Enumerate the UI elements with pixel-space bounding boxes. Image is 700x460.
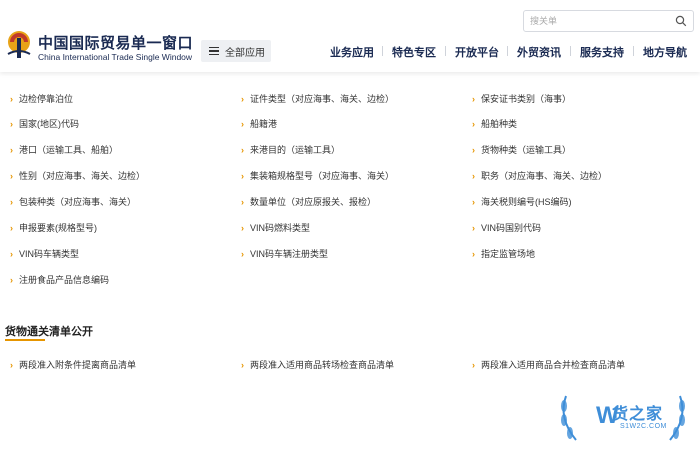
chevron-right-icon: › (241, 171, 244, 181)
chevron-right-icon: › (472, 171, 475, 181)
list-item[interactable]: › 性别（对应海事、海关、边检） (10, 169, 145, 182)
list-item[interactable]: › 两段准入适用商品转场检查商品清单 (241, 358, 394, 371)
section-underline (5, 339, 45, 341)
nav-separator (570, 46, 571, 56)
watermark-subtext: S1W2C.COM (620, 423, 667, 430)
list-item[interactable]: › 职务（对应海事、海关、边检） (472, 169, 607, 182)
main-nav: 业务应用 特色专区 开放平台 外贸资讯 服务支持 地方导航 (0, 44, 700, 60)
chevron-right-icon: › (10, 275, 13, 285)
chevron-right-icon: › (472, 94, 475, 104)
list-item[interactable]: › 数量单位（对应原报关、报检） (241, 195, 376, 208)
chevron-right-icon: › (472, 119, 475, 129)
chevron-right-icon: › (472, 360, 475, 370)
nav-separator (445, 46, 446, 56)
chevron-right-icon: › (10, 94, 13, 104)
nav-trade-news[interactable]: 外贸资讯 (517, 44, 561, 60)
section-title: 货物通关清单公开 (5, 326, 93, 338)
list-item[interactable]: › 证件类型（对应海事、海关、边检） (241, 92, 394, 105)
nav-local-navigation[interactable]: 地方导航 (643, 44, 687, 60)
chevron-right-icon: › (241, 145, 244, 155)
chevron-right-icon: › (10, 145, 13, 155)
list-item[interactable]: › 集装箱规格型号（对应海事、海关） (241, 169, 394, 182)
list-item[interactable]: › 指定监管场地 (472, 247, 535, 260)
chevron-right-icon: › (10, 223, 13, 233)
chevron-right-icon: › (10, 249, 13, 259)
chevron-right-icon: › (241, 249, 244, 259)
chevron-right-icon: › (472, 145, 475, 155)
list-item[interactable]: › 注册食品产品信息编码 (10, 273, 109, 286)
chevron-right-icon: › (241, 360, 244, 370)
chevron-right-icon: › (472, 197, 475, 207)
site-header: 中国国际贸易单一窗口 China International Trade Sin… (0, 0, 700, 72)
chevron-right-icon: › (10, 119, 13, 129)
search-input[interactable] (524, 11, 664, 31)
search-box (523, 10, 694, 32)
list-item[interactable]: › 包装种类（对应海事、海关） (10, 195, 136, 208)
list-item[interactable]: › VIN码车辆类型 (10, 247, 79, 260)
list-item[interactable]: › VIN码燃料类型 (241, 221, 310, 234)
list-item[interactable]: › 船籍港 (241, 117, 277, 130)
nav-separator (382, 46, 383, 56)
list-item[interactable]: › 海关税则编号(HS编码) (472, 195, 572, 208)
list-item[interactable]: › 港口（运输工具、船舶） (10, 143, 118, 156)
nav-special-zone[interactable]: 特色专区 (392, 44, 436, 60)
list-item[interactable]: › VIN码车辆注册类型 (241, 247, 328, 260)
nav-service-support[interactable]: 服务支持 (580, 44, 624, 60)
chevron-right-icon: › (10, 171, 13, 181)
chevron-right-icon: › (472, 249, 475, 259)
chevron-right-icon: › (241, 223, 244, 233)
chevron-right-icon: › (472, 223, 475, 233)
list-item[interactable]: › 两段准入适用商品合并检查商品清单 (472, 358, 625, 371)
nav-open-platform[interactable]: 开放平台 (455, 44, 499, 60)
list-item[interactable]: › 两段准入附条件提离商品清单 (10, 358, 136, 371)
list-item[interactable]: › 货物种类（运输工具） (472, 143, 571, 156)
search-icon[interactable] (675, 15, 687, 27)
chevron-right-icon: › (241, 197, 244, 207)
chevron-right-icon: › (241, 119, 244, 129)
nav-separator (507, 46, 508, 56)
chevron-right-icon: › (10, 360, 13, 370)
chevron-right-icon: › (10, 197, 13, 207)
watermark-text: 货之家 (612, 406, 664, 423)
nav-separator (633, 46, 634, 56)
list-item[interactable]: › 国家(地区)代码 (10, 117, 79, 130)
list-item[interactable]: › 船舶种类 (472, 117, 517, 130)
list-item[interactable]: › 申报要素(规格型号) (10, 221, 97, 234)
list-item[interactable]: › 来港目的（运输工具） (241, 143, 340, 156)
list-item[interactable]: › 边检停靠泊位 (10, 92, 73, 105)
chevron-right-icon: › (241, 94, 244, 104)
list-item[interactable]: › 保安证书类别（海事） (472, 92, 571, 105)
list-item[interactable]: › VIN码国别代码 (472, 221, 541, 234)
nav-business-apps[interactable]: 业务应用 (330, 44, 374, 60)
